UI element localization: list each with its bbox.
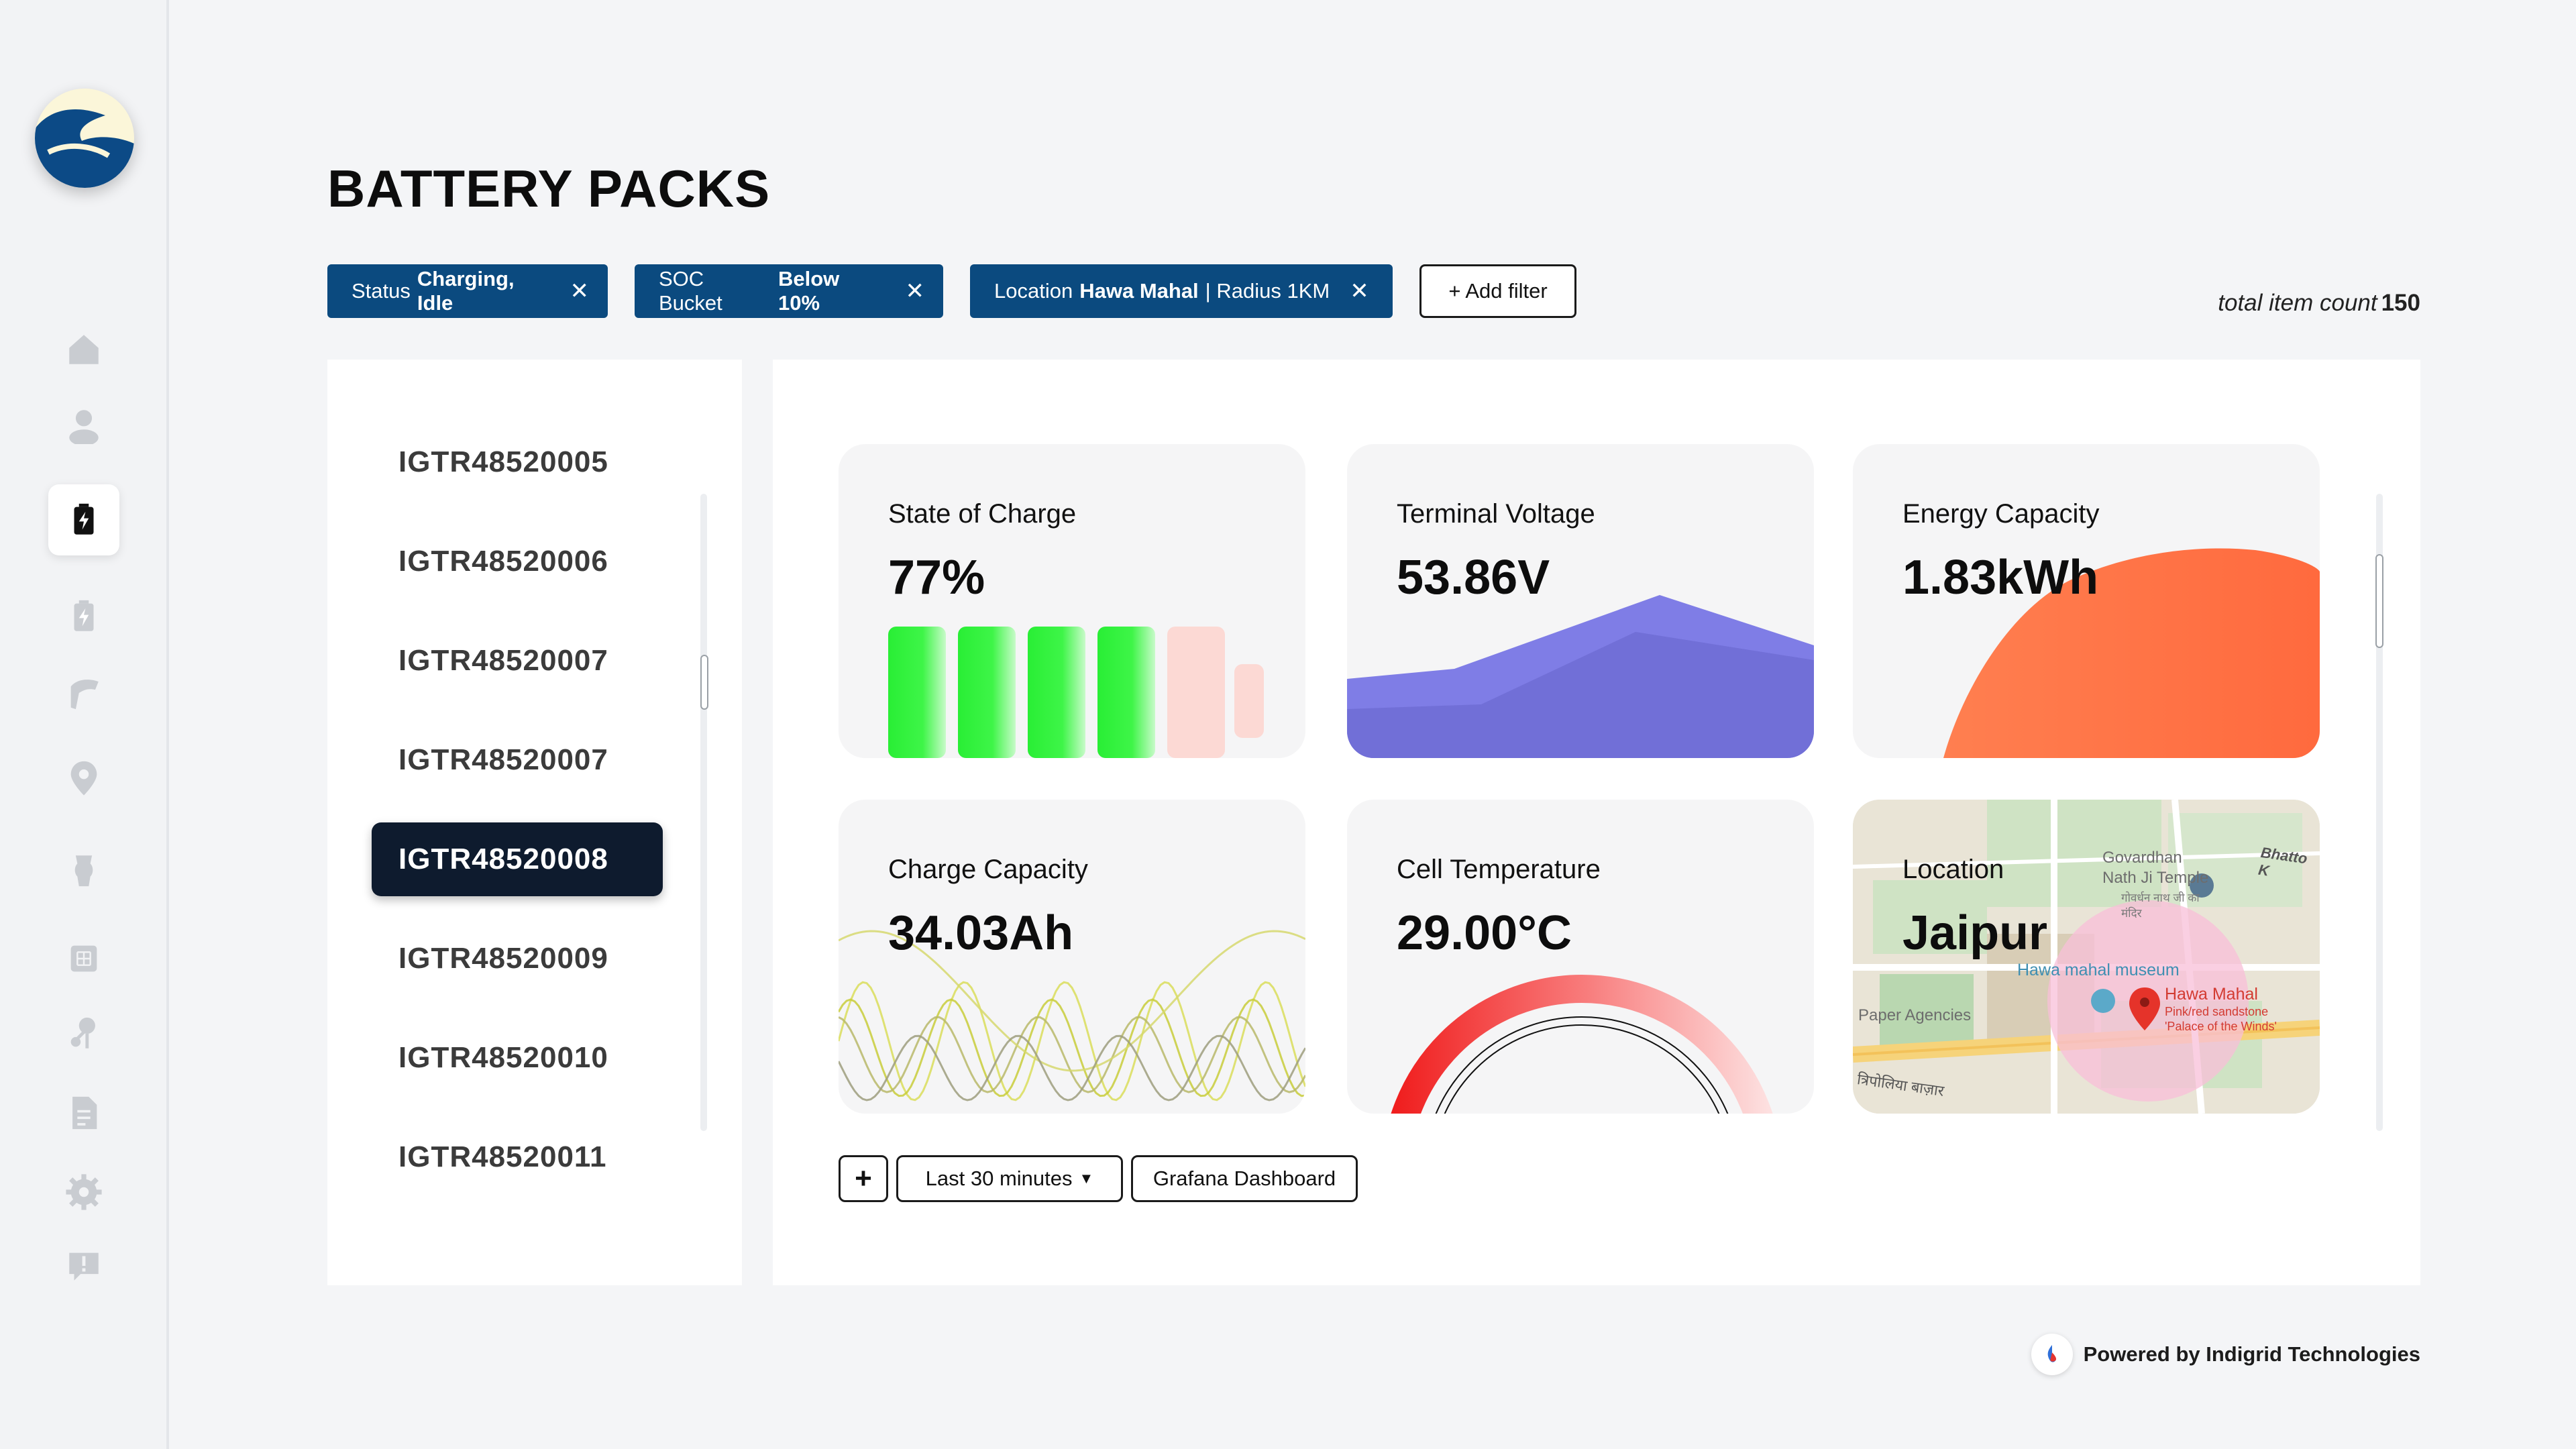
location-pin-icon (70, 761, 97, 796)
soc-bar-empty (1167, 627, 1225, 758)
filter-key: SOC Bucket (659, 267, 722, 315)
map-label-hawa-sub2: 'Palace of the Winds' (2165, 1020, 2277, 1033)
list-item[interactable]: IGTR48520011 (372, 1120, 663, 1194)
card-value: 1.83kWh (1902, 551, 2099, 604)
soc-bar-group (888, 627, 1264, 758)
card-location[interactable]: Location Jaipur Govardhan Nath Ji Temple… (1853, 800, 2320, 1114)
list-item[interactable]: IGTR48520010 (372, 1021, 663, 1095)
filter-value: Below 10% (777, 267, 840, 315)
nav-network[interactable] (48, 998, 119, 1069)
list-scrollbar-track[interactable] (700, 494, 707, 1131)
card-title: Charge Capacity (888, 855, 1088, 884)
card-terminal-voltage[interactable]: Terminal Voltage 53.86V (1347, 444, 1814, 758)
battery-list-panel: IGTR48520005 IGTR48520006 IGTR48520007 I… (327, 360, 742, 1285)
card-title: Location (1902, 855, 2004, 884)
card-charge-capacity[interactable]: Charge Capacity 34.03Ah (839, 800, 1305, 1114)
card-title: Cell Temperature (1397, 855, 1601, 884)
nav-devices[interactable] (48, 923, 119, 994)
logo-wave-icon (35, 109, 134, 188)
wave-line (839, 1016, 1305, 1093)
remove-filter-icon[interactable]: ✕ (570, 280, 590, 303)
nav-chargers[interactable] (48, 657, 119, 729)
card-title: State of Charge (888, 499, 1077, 529)
powered-by-text: Powered by Indigrid Technologies (2083, 1342, 2420, 1366)
time-range-select[interactable]: Last 30 minutes ▼ (896, 1155, 1123, 1202)
map-label-hawa-mahal: Hawa Mahal (2165, 985, 2258, 1004)
list-item[interactable]: IGTR48520009 (372, 922, 663, 996)
add-filter-button[interactable]: + Add filter (1419, 264, 1576, 318)
dashboard-panel: State of Charge 77% Terminal Voltage 53.… (773, 360, 2420, 1285)
filter-value: Charging, Idle (417, 267, 515, 315)
gear-icon (66, 1174, 102, 1210)
card-value: Jaipur (1902, 906, 2048, 960)
page-title: BATTERY PACKS (327, 159, 771, 218)
battery-pack-icon (74, 503, 94, 535)
filter-key: Status (352, 279, 411, 303)
grafana-dashboard-button[interactable]: Grafana Dashboard (1131, 1155, 1358, 1202)
nav-home[interactable] (48, 314, 119, 385)
card-energy-capacity[interactable]: Energy Capacity 1.83kWh (1853, 444, 2320, 758)
network-icon (70, 1017, 95, 1049)
filter-key: Location (994, 279, 1073, 303)
filter-chip-status[interactable]: Status Charging, Idle ✕ (327, 264, 608, 318)
time-range-label: Last 30 minutes (925, 1167, 1073, 1190)
list-item[interactable]: IGTR48520007 (372, 624, 663, 698)
nav-reports[interactable] (48, 1077, 119, 1148)
sidebar (0, 0, 169, 1449)
indigrid-logo-icon (2031, 1334, 2073, 1375)
filter-extra: | Radius 1KM (1205, 279, 1330, 303)
remove-filter-icon[interactable]: ✕ (1350, 280, 1369, 303)
map-label-agencies: Paper Agencies (1858, 1006, 1972, 1024)
map-label-temple-hindi: गोवर्धन नाथ जी का मंदिर (2121, 892, 2200, 920)
nav-alerts[interactable] (48, 1230, 119, 1301)
card-cell-temperature[interactable]: Cell Temperature 29.00°C (1347, 800, 1814, 1114)
chip-icon (70, 945, 97, 972)
user-icon (69, 410, 99, 444)
soc-bar-empty (1234, 664, 1264, 738)
scooter-icon (74, 855, 93, 887)
list-item[interactable]: IGTR48520007 (372, 723, 663, 797)
list-item-selected[interactable]: IGTR48520008 (372, 822, 663, 896)
card-state-of-charge[interactable]: State of Charge 77% (839, 444, 1305, 758)
soc-bar-filled (958, 627, 1016, 758)
chevron-down-icon: ▼ (1079, 1170, 1094, 1187)
map-label-hawa-sub1: Pink/red sandstone (2165, 1005, 2269, 1018)
home-icon (69, 335, 99, 364)
filter-value: Hawa Mahal (1079, 279, 1199, 303)
card-value: 53.86V (1397, 551, 1550, 604)
card-value: 34.03Ah (888, 906, 1074, 960)
nav-users[interactable] (48, 389, 119, 460)
charger-plug-icon (70, 680, 99, 710)
soc-bar-filled (888, 627, 946, 758)
soc-bar-filled (1028, 627, 1085, 758)
add-panel-button[interactable]: + (839, 1155, 888, 1202)
card-value: 77% (888, 551, 985, 604)
nav-locations[interactable] (48, 742, 119, 813)
filter-chip-location[interactable]: Location Hawa Mahal | Radius 1KM ✕ (970, 264, 1393, 318)
total-item-count: total item count 150 (2218, 290, 2420, 316)
list-item[interactable]: IGTR48520005 (372, 425, 663, 499)
report-icon (72, 1096, 97, 1130)
wave-line (839, 998, 1305, 1097)
remove-filter-icon[interactable]: ✕ (906, 280, 925, 303)
filter-chip-soc[interactable]: SOC Bucket Below 10% ✕ (635, 264, 943, 318)
nav-settings[interactable] (48, 1157, 119, 1228)
nav-charging[interactable] (48, 581, 119, 652)
card-value: 29.00°C (1397, 906, 1572, 960)
card-title: Energy Capacity (1902, 499, 2100, 529)
dashboard-scrollbar-thumb[interactable] (2375, 554, 2383, 648)
app-logo[interactable] (35, 89, 134, 188)
nav-vehicles[interactable] (48, 835, 119, 906)
battery-charge-icon (74, 600, 94, 631)
soc-bar-filled (1097, 627, 1155, 758)
powered-by: Powered by Indigrid Technologies (2031, 1334, 2420, 1375)
map-label-museum: Hawa mahal museum (2017, 961, 2180, 979)
list-item[interactable]: IGTR48520006 (372, 525, 663, 598)
card-title: Terminal Voltage (1397, 499, 1595, 529)
nav-battery-packs[interactable] (48, 484, 119, 555)
list-scrollbar-thumb[interactable] (700, 655, 708, 710)
map-label-temple: Govardhan Nath Ji Temple (2102, 849, 2209, 887)
alert-message-icon (69, 1252, 99, 1281)
